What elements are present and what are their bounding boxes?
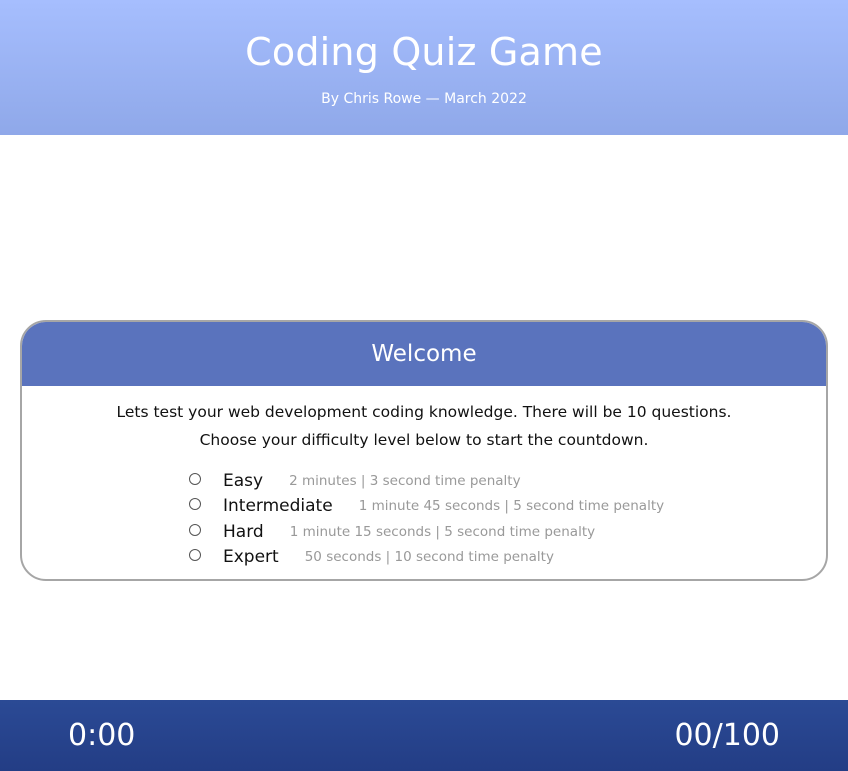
difficulty-radio-expert[interactable]: [189, 549, 201, 562]
welcome-card-header: Welcome: [22, 322, 826, 386]
quiz-page: Coding Quiz Game By Chris Rowe — March 2…: [0, 0, 848, 771]
difficulty-label-expert[interactable]: Expert: [223, 547, 279, 567]
difficulty-description-expert: 50 seconds | 10 second time penalty: [304, 549, 554, 566]
difficulty-option-intermediate[interactable]: Intermediate 1 minute 45 seconds | 5 sec…: [189, 494, 664, 520]
difficulty-radio-intermediate[interactable]: [189, 498, 201, 511]
difficulty-option-easy[interactable]: Easy 2 minutes | 3 second time penalty: [189, 468, 664, 494]
welcome-card: Welcome Lets test your web development c…: [20, 320, 828, 581]
difficulty-radio-hard[interactable]: [189, 523, 201, 536]
difficulty-description-hard: 1 minute 15 seconds | 5 second time pena…: [289, 523, 596, 540]
score-display: 00/100: [674, 718, 780, 753]
welcome-title: Welcome: [371, 341, 477, 367]
app-footer: 0:00 00/100: [0, 700, 848, 771]
difficulty-options: Easy 2 minutes | 3 second time penalty I…: [189, 468, 664, 570]
welcome-intro-line-2: Choose your difficulty level below to st…: [199, 431, 649, 449]
difficulty-option-expert[interactable]: Expert 50 seconds | 10 second time penal…: [189, 545, 664, 571]
difficulty-radio-easy[interactable]: [189, 472, 201, 485]
app-subtitle: By Chris Rowe — March 2022: [321, 91, 527, 107]
difficulty-label-easy[interactable]: Easy: [223, 471, 263, 491]
difficulty-description-intermediate: 1 minute 45 seconds | 5 second time pena…: [358, 498, 665, 515]
difficulty-option-hard[interactable]: Hard 1 minute 15 seconds | 5 second time…: [189, 519, 664, 545]
difficulty-label-hard[interactable]: Hard: [223, 522, 264, 542]
difficulty-label-intermediate[interactable]: Intermediate: [223, 496, 333, 516]
timer-display: 0:00: [68, 718, 136, 753]
welcome-intro-line-1: Lets test your web development coding kn…: [116, 403, 732, 421]
app-title: Coding Quiz Game: [245, 30, 603, 74]
app-header: Coding Quiz Game By Chris Rowe — March 2…: [0, 0, 848, 135]
difficulty-description-easy: 2 minutes | 3 second time penalty: [289, 472, 521, 489]
welcome-intro: Lets test your web development coding kn…: [22, 398, 826, 454]
